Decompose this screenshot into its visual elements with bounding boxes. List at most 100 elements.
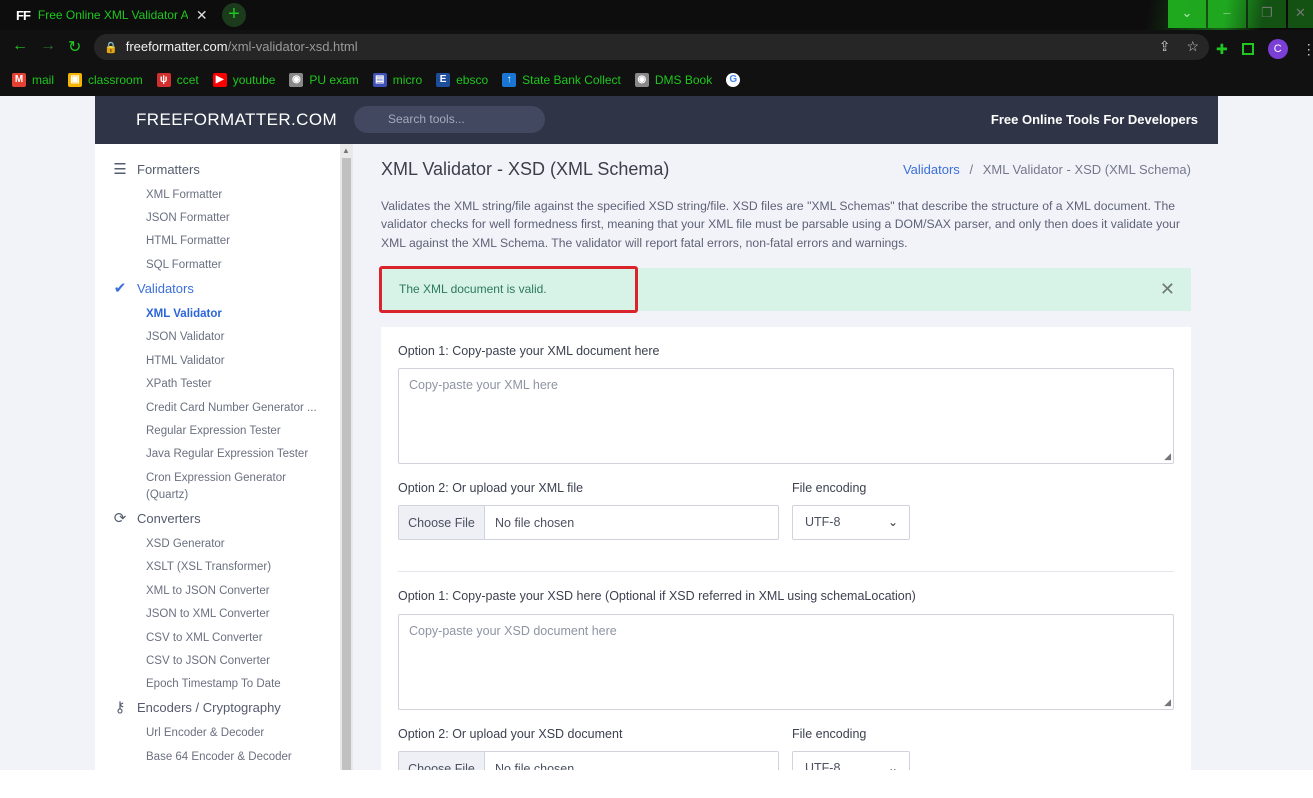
google-icon[interactable]: G	[726, 73, 741, 87]
new-tab-button[interactable]: +	[222, 3, 246, 27]
xsd-input-textarea[interactable]: Copy-paste your XSD document here ◢	[398, 614, 1174, 710]
search-input[interactable]: Search tools...	[354, 106, 545, 133]
bookmark-label: PU exam	[309, 73, 359, 87]
sidebar-item-xslt-transformer[interactable]: XSLT (XSL Transformer)	[146, 559, 326, 576]
reload-icon[interactable]: ↻	[68, 37, 81, 57]
breadcrumb-validators-link[interactable]: Validators	[903, 162, 960, 177]
sidebar: ☰ Formatters XML Formatter JSON Formatte…	[95, 144, 340, 770]
forward-arrow-icon[interactable]: →	[40, 37, 56, 55]
sidebar-item-base64-encoder[interactable]: Base 64 Encoder & Decoder	[146, 749, 326, 766]
bookmark-mail[interactable]: Mmail	[12, 73, 54, 87]
xsd-file-input[interactable]: Choose File No file chosen	[398, 751, 779, 770]
minimize-window-button[interactable]: –	[1208, 0, 1246, 28]
choose-file-button[interactable]: Choose File	[399, 506, 485, 539]
browser-tab-strip: FF Free Online XML Validator Against XSD…	[0, 0, 1313, 30]
xml-encoding-select[interactable]: UTF-8 ⌄	[792, 505, 910, 540]
file-status: No file chosen	[495, 761, 575, 771]
sidebar-item-xml-validator[interactable]: XML Validator	[146, 306, 326, 323]
restore-window-button[interactable]: ❐	[1248, 0, 1286, 28]
side-panel-icon[interactable]	[1241, 43, 1254, 55]
browser-menu-icon[interactable]: ⋮	[1302, 41, 1313, 58]
bookmark-star-icon[interactable]: ☆	[1186, 38, 1199, 55]
xsd-encoding-select[interactable]: UTF-8 ⌄	[792, 751, 910, 770]
main-content: XML Validator - XSD (XML Schema) Validat…	[353, 144, 1218, 770]
sidebar-item-xpath-tester[interactable]: XPath Tester	[146, 376, 326, 393]
scroll-up-icon[interactable]: ▲	[342, 146, 350, 155]
section-title: Formatters	[137, 161, 200, 177]
site-tagline: Free Online Tools For Developers	[990, 112, 1198, 127]
extensions-puzzle-icon[interactable]: ✚	[1216, 41, 1228, 58]
key-icon: ⚷	[114, 699, 126, 716]
bookmark-youtube[interactable]: ▶ youtube	[212, 73, 275, 87]
resize-grip-icon[interactable]: ◢	[1164, 697, 1171, 708]
page-description: Validates the XML string/file against th…	[381, 199, 1180, 250]
section-title: Encoders / Cryptography	[137, 699, 281, 715]
indent-list-icon: ☰	[113, 161, 127, 178]
encoding-value: UTF-8	[805, 515, 841, 529]
sidebar-item-csv-to-xml[interactable]: CSV to XML Converter	[146, 630, 326, 647]
breadcrumb-separator: /	[969, 162, 974, 177]
bookmarks-bar: Mmail ▣ classroom ψ ccet ▶ youtube ◉ PU exam ▤ mic…	[0, 64, 1313, 96]
sidebar-item-xml-to-json[interactable]: XML to JSON Converter	[146, 583, 326, 600]
back-arrow-icon[interactable]: ←	[12, 37, 28, 55]
validator-form: Option 1: Copy-paste your XML document h…	[381, 327, 1191, 770]
bookmark-ccet[interactable]: ψ ccet	[156, 73, 199, 87]
sidebar-section-converters[interactable]: ⟳ Converters	[111, 509, 201, 527]
xml-input-textarea[interactable]: Copy-paste your XML here ◢	[398, 368, 1174, 464]
youtube-icon: ▶	[212, 73, 227, 87]
close-tab-icon[interactable]: ✕	[196, 7, 208, 24]
freeformatter-favicon-icon: FF	[16, 7, 31, 23]
page-bottom-margin	[0, 770, 1313, 798]
sidebar-item-html-formatter[interactable]: HTML Formatter	[146, 233, 326, 250]
sidebar-item-epoch-timestamp[interactable]: Epoch Timestamp To Date	[146, 676, 326, 693]
share-icon[interactable]: ⇪	[1159, 38, 1171, 55]
xml-file-input[interactable]: Choose File No file chosen	[398, 505, 779, 540]
bookmark-micro[interactable]: ▤ micro	[372, 73, 423, 87]
sidebar-item-xsd-generator[interactable]: XSD Generator	[146, 536, 326, 553]
sidebar-section-validators[interactable]: ✔ Validators	[111, 279, 194, 297]
sidebar-item-xml-formatter[interactable]: XML Formatter	[146, 187, 326, 204]
bookmark-label: ccet	[176, 73, 199, 87]
sidebar-item-java-regex-tester[interactable]: Java Regular Expression Tester	[146, 446, 326, 463]
sidebar-item-sql-formatter[interactable]: SQL Formatter	[146, 257, 326, 274]
url-host: freeformatter.com	[125, 39, 228, 54]
choose-file-button[interactable]: Choose File	[399, 752, 485, 770]
sidebar-item-json-to-xml[interactable]: JSON to XML Converter	[146, 606, 326, 623]
file-status: No file chosen	[495, 515, 575, 530]
url-bar[interactable]: 🔒 freeformatter.com/xml-validator-xsd.ht…	[94, 34, 1209, 60]
sidebar-item-credit-card-generator[interactable]: Credit Card Number Generator ...	[146, 400, 326, 417]
section-title: Validators	[137, 280, 194, 296]
sidebar-section-formatters[interactable]: ☰ Formatters	[111, 160, 200, 178]
sidebar-section-encoders[interactable]: ⚷ Encoders / Cryptography	[111, 698, 281, 716]
gmail-icon: M	[12, 73, 26, 87]
sidebar-item-json-validator[interactable]: JSON Validator	[146, 329, 326, 346]
bookmark-pu-exam[interactable]: ◉ PU exam	[289, 73, 359, 87]
micro-icon: ▤	[372, 73, 387, 87]
ebsco-icon: E	[436, 73, 451, 87]
chevron-down-icon: ⌄	[887, 515, 898, 529]
sidebar-item-html-validator[interactable]: HTML Validator	[146, 353, 326, 370]
bookmark-dms-book[interactable]: ◉ DMS Book	[634, 73, 712, 87]
bookmark-label: micro	[392, 73, 423, 87]
sidebar-item-regex-tester[interactable]: Regular Expression Tester	[146, 423, 326, 440]
sidebar-item-json-formatter[interactable]: JSON Formatter	[146, 210, 326, 227]
resize-grip-icon[interactable]: ◢	[1164, 451, 1171, 462]
bookmark-state-bank-collect[interactable]: ↑ State Bank Collect	[502, 73, 621, 87]
sidebar-item-url-encoder[interactable]: Url Encoder & Decoder	[146, 725, 326, 742]
xml-input-placeholder: Copy-paste your XML here	[409, 378, 558, 392]
chevron-down-icon[interactable]: ⌄	[1168, 0, 1206, 28]
close-window-button[interactable]: ✕	[1288, 0, 1313, 28]
sbi-icon: ↑	[502, 73, 517, 87]
xml-paste-label: Option 1: Copy-paste your XML document h…	[398, 344, 660, 358]
bookmark-label: mail	[32, 73, 55, 87]
browser-tab[interactable]: FF Free Online XML Validator Against XSD…	[8, 2, 218, 28]
sidebar-item-csv-to-json[interactable]: CSV to JSON Converter	[146, 653, 326, 670]
scrollbar-thumb[interactable]	[342, 158, 351, 770]
bookmark-ebsco[interactable]: Eebsco	[436, 73, 488, 87]
close-icon[interactable]: ✕	[1160, 279, 1175, 300]
sidebar-item-cron-generator[interactable]: Cron Expression Generator (Quartz)	[146, 470, 296, 504]
sidebar-scrollbar[interactable]: ▲	[340, 144, 353, 770]
bookmark-classroom[interactable]: ▣ classroom	[68, 73, 143, 87]
profile-avatar[interactable]: C	[1267, 39, 1288, 59]
site-logo[interactable]: FREEFORMATTER.COM	[136, 110, 337, 130]
